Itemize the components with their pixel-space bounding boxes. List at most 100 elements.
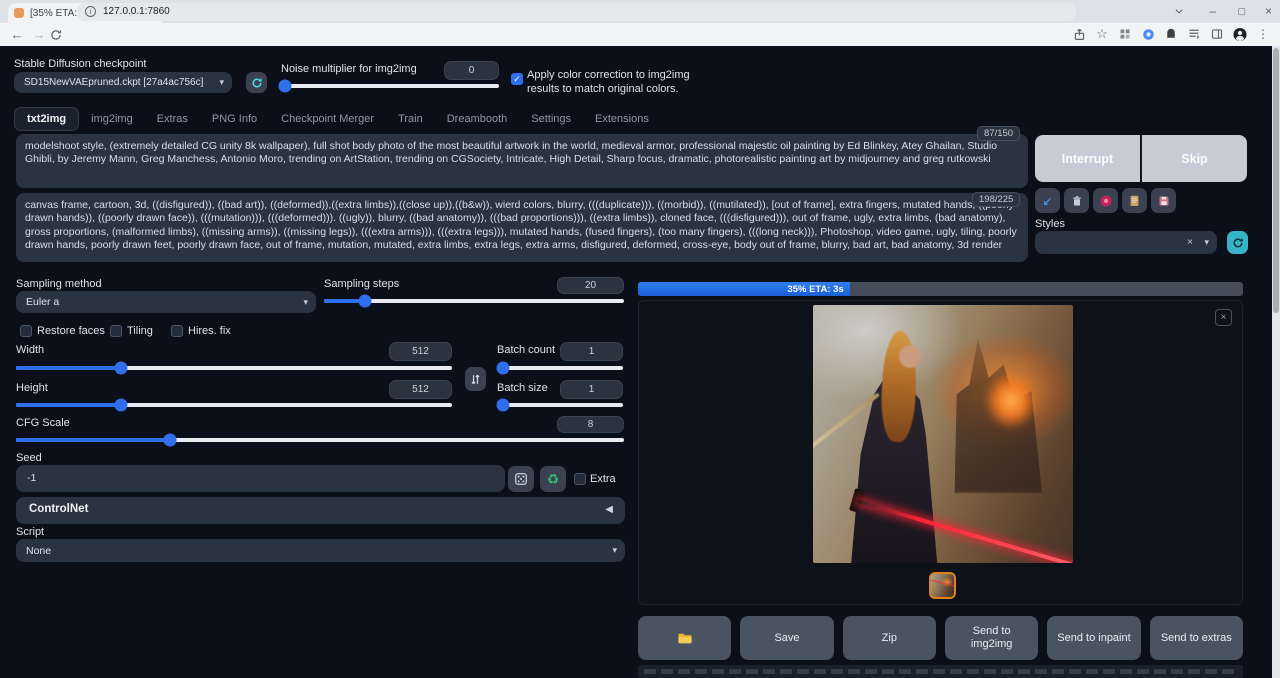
extension-grid-icon[interactable] xyxy=(1118,27,1132,41)
controlnet-title: ControlNet xyxy=(29,503,88,515)
height-value[interactable]: 512 xyxy=(389,380,452,399)
tab-train[interactable]: Train xyxy=(386,108,435,130)
url-bar[interactable]: i 127.0.0.1:7860 xyxy=(76,3,1076,21)
send-to-img2img-button[interactable]: Send to img2img xyxy=(945,616,1038,660)
screenshot-root: [35% ETA: 3s] Stable Diffusion × Civitai… xyxy=(0,0,1280,678)
apply-style-button[interactable] xyxy=(1122,188,1147,213)
window-maximize-button[interactable]: ▢ xyxy=(1237,0,1246,22)
extra-seed-checkbox[interactable] xyxy=(574,473,586,485)
height-slider[interactable] xyxy=(16,403,452,407)
extra-seed-label: Extra xyxy=(590,473,616,485)
width-slider[interactable] xyxy=(16,366,452,370)
output-button-row: Save Zip Send to img2img Send to inpaint… xyxy=(638,616,1243,660)
page-scrollbar[interactable] xyxy=(1272,46,1280,678)
generated-image[interactable] xyxy=(813,305,1073,563)
batch-size-value[interactable]: 1 xyxy=(560,380,623,399)
webui-root: Stable Diffusion checkpoint SD15NewVAEpr… xyxy=(0,46,1272,678)
cfg-scale-value[interactable]: 8 xyxy=(557,416,624,433)
send-to-inpaint-button[interactable]: Send to inpaint xyxy=(1047,616,1140,660)
window-minimize-button[interactable]: – xyxy=(1209,0,1216,22)
prompt-token-counter: 87/150 xyxy=(977,126,1020,141)
hires-fix-checkbox[interactable] xyxy=(171,325,183,337)
prompt-textarea[interactable]: modelshoot style, (extremely detailed CG… xyxy=(16,134,1028,188)
restore-faces-checkbox[interactable] xyxy=(20,325,32,337)
script-value: None xyxy=(26,545,51,557)
zip-button[interactable]: Zip xyxy=(843,616,936,660)
skip-button[interactable]: Skip xyxy=(1142,135,1247,182)
extra-networks-button[interactable] xyxy=(1093,188,1118,213)
clear-prompt-button[interactable] xyxy=(1064,188,1089,213)
tab-extras[interactable]: Extras xyxy=(145,108,200,130)
random-seed-button[interactable] xyxy=(508,466,534,492)
tab-checkpoint-merger[interactable]: Checkpoint Merger xyxy=(269,108,386,130)
share-icon[interactable] xyxy=(1072,27,1086,41)
back-icon[interactable]: ← xyxy=(6,27,28,42)
checkpoint-refresh-button[interactable] xyxy=(246,72,267,93)
noise-multiplier-slider[interactable] xyxy=(281,84,499,88)
sampling-steps-slider[interactable] xyxy=(324,299,624,303)
chevron-down-icon: ▾ xyxy=(1204,237,1209,248)
cfg-scale-slider[interactable] xyxy=(16,438,624,442)
scrollbar-thumb[interactable] xyxy=(1273,48,1279,313)
tab-dreambooth[interactable]: Dreambooth xyxy=(435,108,520,130)
clear-selection-icon[interactable]: × xyxy=(1187,237,1193,248)
tab-settings[interactable]: Settings xyxy=(519,108,583,130)
sampling-steps-value[interactable]: 20 xyxy=(557,277,624,294)
sampling-method-value: Euler a xyxy=(26,296,59,308)
styles-refresh-button[interactable] xyxy=(1227,231,1248,254)
script-select[interactable]: None ▾ xyxy=(16,539,625,562)
tab-txt2img[interactable]: txt2img xyxy=(14,107,79,131)
send-to-extras-button[interactable]: Send to extras xyxy=(1150,616,1243,660)
window-chevron-icon[interactable] xyxy=(1174,0,1184,22)
sidebar-panel-icon[interactable] xyxy=(1210,27,1224,41)
prompt-tool-buttons: ↙ xyxy=(1035,188,1176,213)
batch-count-value[interactable]: 1 xyxy=(560,342,623,361)
arrow-down-left-icon: ↙ xyxy=(1042,194,1052,208)
sampling-method-label: Sampling method xyxy=(16,278,102,290)
tiling-checkbox[interactable] xyxy=(110,325,122,337)
noise-multiplier-label: Noise multiplier for img2img xyxy=(281,63,417,75)
progress-text: 35% ETA: 3s xyxy=(638,284,850,296)
site-info-icon[interactable]: i xyxy=(85,6,96,17)
tab-png-info[interactable]: PNG Info xyxy=(200,108,269,130)
width-value[interactable]: 512 xyxy=(389,342,452,361)
noise-multiplier-value[interactable]: 0 xyxy=(444,61,499,80)
chevron-down-icon: ▾ xyxy=(219,77,224,88)
swap-dimensions-button[interactable] xyxy=(465,367,486,391)
tab-extensions[interactable]: Extensions xyxy=(583,108,661,130)
checkpoint-dropdown[interactable]: SD15NewVAEpruned.ckpt [27a4ac756c] ▾ xyxy=(14,72,232,93)
sampling-method-select[interactable]: Euler a ▾ xyxy=(16,291,316,313)
forward-icon[interactable]: → xyxy=(28,27,50,42)
batch-size-slider[interactable] xyxy=(497,403,623,407)
batch-count-slider[interactable] xyxy=(497,366,623,370)
tab-img2img[interactable]: img2img xyxy=(79,108,145,130)
seed-input[interactable]: -1 xyxy=(16,465,505,492)
interrupt-button[interactable]: Interrupt xyxy=(1035,135,1140,182)
reading-list-icon[interactable] xyxy=(1187,27,1201,41)
paste-generation-params-button[interactable]: ↙ xyxy=(1035,188,1060,213)
knight-face xyxy=(899,345,921,368)
dice-icon xyxy=(514,472,528,486)
chevron-down-icon: ▾ xyxy=(303,297,308,308)
save-style-button[interactable] xyxy=(1151,188,1176,213)
bookmark-star-icon[interactable]: ☆ xyxy=(1095,27,1109,41)
negative-prompt-textarea[interactable]: canvas frame, cartoon, 3d, ((disfigured)… xyxy=(16,193,1028,262)
gallery-thumbnail-selected[interactable] xyxy=(929,572,956,599)
save-button[interactable]: Save xyxy=(740,616,833,660)
window-close-button[interactable]: × xyxy=(1265,0,1272,22)
extension-dark-icon[interactable] xyxy=(1164,27,1178,41)
progress-bar: 35% ETA: 3s xyxy=(638,282,1243,296)
profile-avatar[interactable] xyxy=(1233,27,1247,41)
controlnet-accordion[interactable]: ControlNet ◀ xyxy=(16,497,625,524)
styles-select[interactable]: × ▾ xyxy=(1035,231,1217,254)
color-correction-checkbox[interactable]: ✓ xyxy=(511,73,523,85)
browser-menu-kebab-icon[interactable]: ⋮ xyxy=(1256,27,1270,41)
seed-label: Seed xyxy=(16,452,42,464)
folder-icon xyxy=(677,631,693,645)
reuse-seed-button[interactable]: ♻ xyxy=(540,466,566,492)
reload-icon[interactable] xyxy=(50,29,72,41)
close-preview-button[interactable]: × xyxy=(1215,309,1232,326)
toolbar-icons: ☆ ⋮ xyxy=(1072,25,1270,43)
extension-blue-icon[interactable] xyxy=(1141,27,1155,41)
open-folder-button[interactable] xyxy=(638,616,731,660)
